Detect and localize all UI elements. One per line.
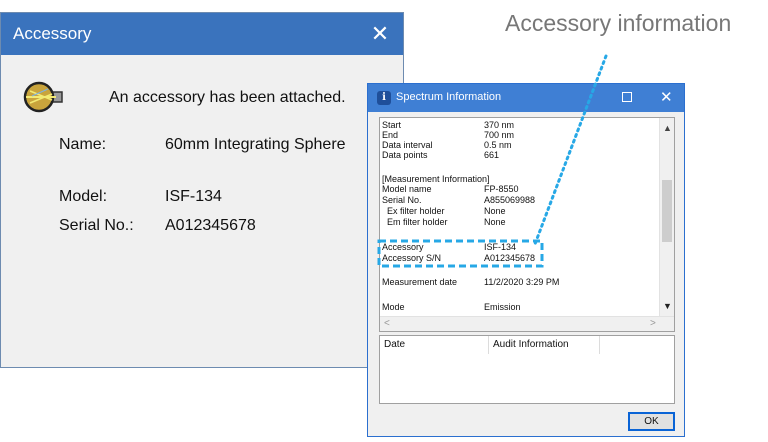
info-value: 661 <box>484 150 500 160</box>
close-icon[interactable]: ✕ <box>660 88 673 106</box>
info-value: A012345678 <box>484 253 536 263</box>
name-value: 60mm Integrating Sphere <box>165 136 346 153</box>
integrating-sphere-icon <box>23 81 63 113</box>
serial-number-label: Serial No.: <box>59 217 134 234</box>
info-row: Accessory ISF-134 <box>380 242 656 253</box>
info-key: Accessory <box>382 242 424 252</box>
info-key: Model name <box>382 184 432 194</box>
info-row: Measurement date 11/2/2020 3:29 PM <box>380 277 656 288</box>
scroll-up-icon[interactable]: ▲ <box>663 123 672 133</box>
column-header-audit-information[interactable]: Audit Information <box>489 336 600 354</box>
info-icon: i <box>377 91 391 105</box>
info-key: Serial No. <box>382 195 422 205</box>
info-key: Em filter holder <box>387 217 448 227</box>
spectrum-information-window: i Spectrum Information ✕ Start 370 nm En… <box>367 83 685 437</box>
info-value: 11/2/2020 3:29 PM <box>484 277 560 287</box>
info-value: FP-8550 <box>484 184 519 194</box>
info-value: A855069988 <box>484 195 536 205</box>
info-key: Measurement date <box>382 277 458 287</box>
info-value: None <box>484 206 506 216</box>
maximize-icon[interactable] <box>622 92 632 102</box>
horizontal-scrollbar[interactable]: < > <box>380 316 674 331</box>
serial-number-value: A012345678 <box>165 217 256 234</box>
info-row: Mode Emission <box>380 302 656 313</box>
ok-button[interactable]: OK <box>628 412 675 431</box>
vertical-scrollbar[interactable]: ▲ ▼ <box>659 118 674 316</box>
spectrum-window-title: Spectrum Information <box>396 91 502 103</box>
scroll-left-icon[interactable]: < <box>384 318 390 329</box>
audit-list-header: Date Audit Information <box>380 336 674 354</box>
info-row: Serial No. A855069988 <box>380 195 656 206</box>
info-row: Model name FP-8550 <box>380 184 656 195</box>
accessory-attached-message: An accessory has been attached. <box>109 89 346 106</box>
scroll-down-icon[interactable]: ▼ <box>663 301 672 311</box>
accessory-dialog-title: Accessory <box>13 24 92 43</box>
info-key: Data points <box>382 150 428 160</box>
info-row: Ex filter holder None <box>380 206 656 217</box>
spectrum-info-list[interactable]: Start 370 nm End 700 nm Data interval 0.… <box>379 117 675 332</box>
info-row: Data points 661 <box>380 150 656 161</box>
scroll-right-icon[interactable]: > <box>650 318 656 329</box>
info-row: Accessory S/N A012345678 <box>380 253 656 264</box>
name-label: Name: <box>59 136 107 153</box>
column-header-date[interactable]: Date <box>380 336 489 354</box>
info-key: Accessory S/N <box>382 253 442 263</box>
model-label: Model: <box>59 188 108 205</box>
close-icon[interactable]: ✕ <box>357 13 403 55</box>
spectrum-window-titlebar: i Spectrum Information ✕ <box>368 84 684 112</box>
info-row: Em filter holder None <box>380 217 656 228</box>
info-key: Ex filter holder <box>387 206 445 216</box>
info-value: None <box>484 217 506 227</box>
audit-list[interactable]: Date Audit Information <box>379 335 675 404</box>
accessory-information-callout-label: Accessory information <box>505 10 732 36</box>
info-key: Mode <box>382 302 405 312</box>
info-value: ISF-134 <box>484 242 517 252</box>
model-value: ISF-134 <box>165 188 222 205</box>
accessory-dialog-titlebar: Accessory ✕ <box>1 13 403 55</box>
info-value: Emission <box>484 302 521 312</box>
accessory-dialog: Accessory ✕ An accessory has been attach… <box>0 12 404 368</box>
scrollbar-thumb[interactable] <box>662 180 672 242</box>
